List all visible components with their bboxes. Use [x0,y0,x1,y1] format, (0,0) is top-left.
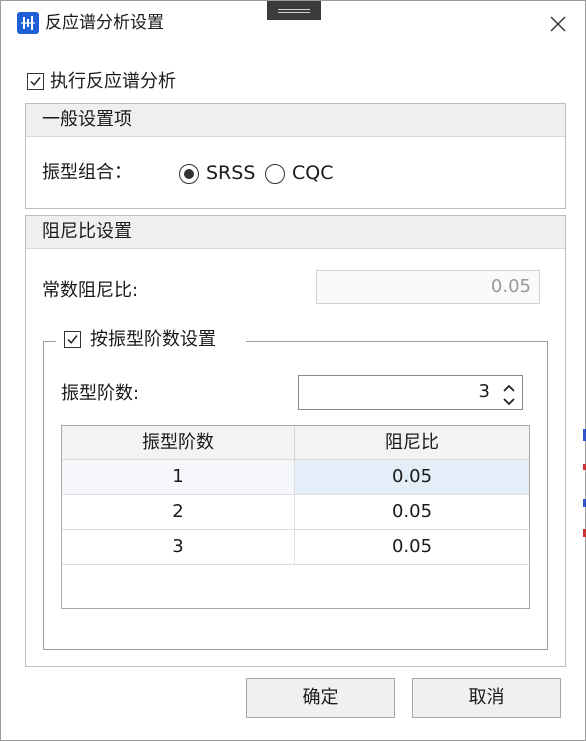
table-cell-mode[interactable]: 2 [62,495,295,529]
srss-label[interactable]: SRSS [206,161,255,185]
damping-table: 振型阶数 阻尼比 1 0.05 2 0.05 3 0.05 [61,425,530,609]
ok-button[interactable]: 确定 [246,678,395,718]
table-cell-damping[interactable]: 0.05 [295,460,529,494]
table-row[interactable]: 2 0.05 [62,495,529,530]
title-bar[interactable]: 反应谱分析设置 [1,1,585,45]
app-chart-icon [17,12,39,34]
general-settings-panel: 一般设置项 [25,103,566,209]
run-analysis-label: 执行反应谱分析 [50,71,176,92]
spin-down-button[interactable] [501,393,517,406]
mode-count-value: 3 [478,381,490,402]
mode-count-spinbox[interactable]: 3 [298,375,523,410]
table-row[interactable]: 1 0.05 [62,460,529,495]
table-header-damping[interactable]: 阻尼比 [295,426,529,460]
table-cell-mode[interactable]: 3 [62,530,295,564]
general-settings-title: 一般设置项 [42,109,132,130]
srss-radio[interactable] [179,164,199,184]
constant-damping-value: 0.05 [490,276,531,297]
close-button[interactable] [541,7,575,41]
dialog-window: 反应谱分析设置 执行反应谱分析 一般设置项 振型组合： SRSS CQC 阻尼比… [0,0,586,741]
table-header-mode[interactable]: 振型阶数 [62,426,295,460]
run-analysis-checkbox[interactable] [27,73,44,90]
general-settings-header: 一般设置项 [26,104,565,137]
cqc-radio[interactable] [265,164,285,184]
cancel-button[interactable]: 取消 [412,678,561,718]
constant-damping-label: 常数阻尼比: [42,280,139,301]
table-cell-damping[interactable]: 0.05 [295,530,529,564]
window-title: 反应谱分析设置 [45,13,164,33]
checkmark-icon [67,335,78,344]
spin-up-button[interactable] [501,380,517,393]
by-mode-label: 按振型阶数设置 [90,329,216,350]
cqc-label[interactable]: CQC [292,161,334,185]
close-icon [550,16,566,32]
drag-handle[interactable] [267,1,321,20]
chevron-down-icon [503,398,515,406]
by-mode-checkbox[interactable] [64,331,81,348]
mode-combination-label: 振型组合： [42,162,132,183]
mode-count-label: 振型阶数: [61,383,140,404]
damping-settings-title: 阻尼比设置 [42,221,132,242]
damping-settings-header: 阻尼比设置 [26,216,565,249]
table-cell-mode[interactable]: 1 [62,460,295,494]
radio-selected-dot [184,169,194,179]
constant-damping-field: 0.05 [316,270,540,304]
checkmark-icon [30,77,41,86]
table-cell-damping[interactable]: 0.05 [295,495,529,529]
table-row[interactable]: 3 0.05 [62,530,529,565]
